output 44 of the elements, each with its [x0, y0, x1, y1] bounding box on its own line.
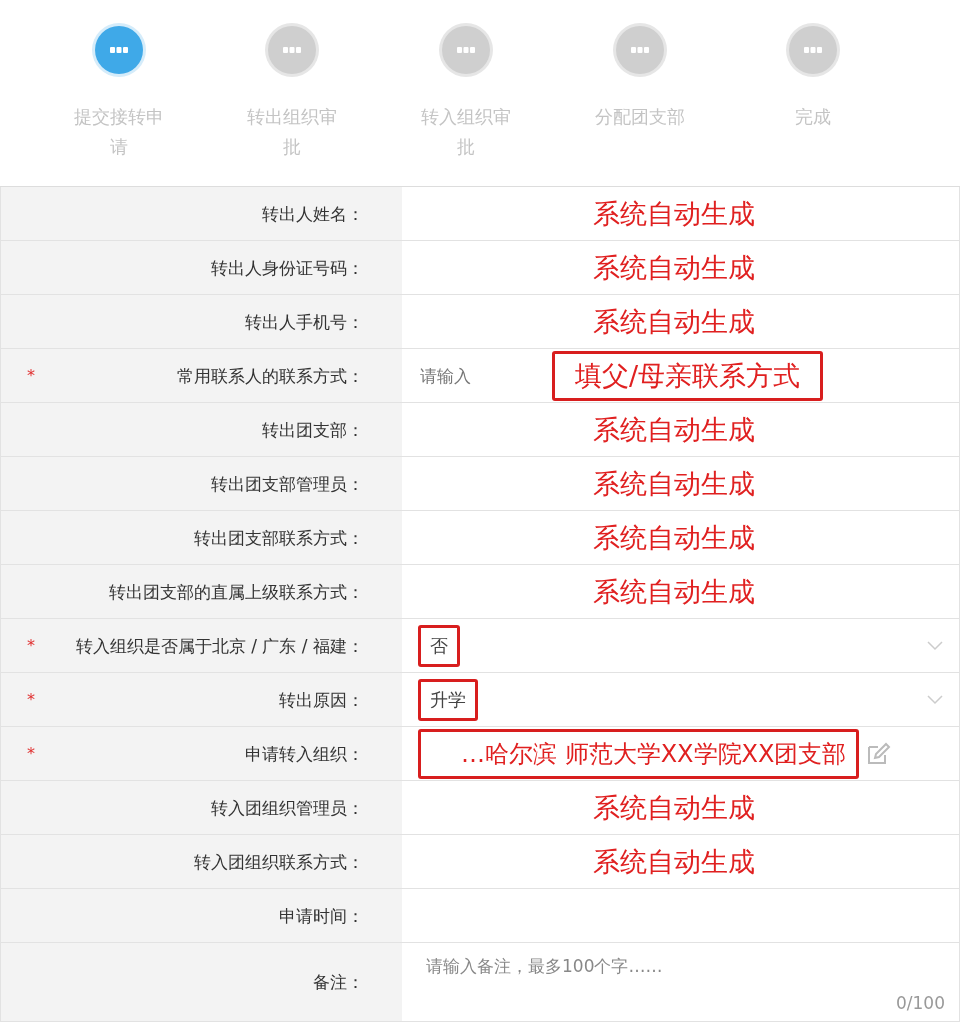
character-counter: 0/100	[896, 993, 945, 1013]
annotation-text: 系统自动生成	[593, 574, 755, 609]
field-label: 转出团支部的直属上级联系方式：	[109, 580, 364, 604]
field-label: 转出人身份证号码：	[211, 256, 364, 280]
annotation-text: 填父/母亲联系方式	[552, 350, 824, 401]
input-field[interactable]: 请输入	[418, 364, 512, 387]
step-label: 完成	[794, 105, 833, 129]
edit-icon[interactable]	[865, 740, 892, 767]
required-asterisk: *	[27, 636, 35, 655]
field-label: 常用联系人的联系方式：	[177, 364, 364, 388]
annotation-text: 系统自动生成	[593, 412, 755, 447]
select-value[interactable]: 否	[418, 624, 460, 667]
field-label: 备注：	[313, 971, 364, 994]
field-label: 转出人姓名：	[262, 202, 364, 226]
required-asterisk: *	[27, 690, 35, 709]
field-label: 转出团支部联系方式：	[194, 526, 364, 550]
field-label: 转入团组织联系方式：	[194, 850, 364, 874]
chevron-down-icon[interactable]	[927, 640, 943, 651]
step-label: 提交接转申请	[72, 105, 165, 159]
step-label: 转入组织审批	[420, 105, 512, 159]
field-label: 转入团组织管理员：	[211, 796, 364, 820]
chevron-down-icon[interactable]	[927, 694, 943, 705]
field-label: 申请时间：	[279, 904, 364, 928]
required-asterisk: *	[27, 366, 35, 385]
annotation-text: 系统自动生成	[593, 250, 755, 285]
annotation-text: 系统自动生成	[593, 844, 755, 879]
field-label: 转出团支部：	[262, 418, 364, 442]
field-label: 转出团支部管理员：	[211, 472, 364, 496]
annotation-text: 系统自动生成	[593, 466, 755, 501]
annotation-text: 系统自动生成	[593, 520, 755, 555]
field-label: 转出人手机号：	[245, 310, 364, 334]
annotation-text: 系统自动生成	[593, 790, 755, 825]
remarks-field[interactable]: 请输入备注，最多100个字…… 0/100	[418, 943, 959, 1021]
step-label: 分配团支部	[593, 105, 686, 129]
annotation-text: 系统自动生成	[593, 196, 755, 231]
placeholder-text: 请输入备注，最多100个字……	[426, 955, 663, 978]
field-label: 转入组织是否属于北京 / 广东 / 福建：	[75, 634, 364, 658]
annotation-text: …哈尔滨 师范大学XX学院XX团支部	[418, 728, 860, 779]
step-label: 转出组织审批	[246, 105, 339, 159]
field-label: 申请转入组织：	[245, 742, 364, 766]
required-asterisk: *	[27, 744, 35, 763]
field-label: 转出原因：	[279, 688, 364, 712]
annotation-text: 系统自动生成	[593, 304, 755, 339]
select-value[interactable]: 升学	[418, 678, 478, 721]
